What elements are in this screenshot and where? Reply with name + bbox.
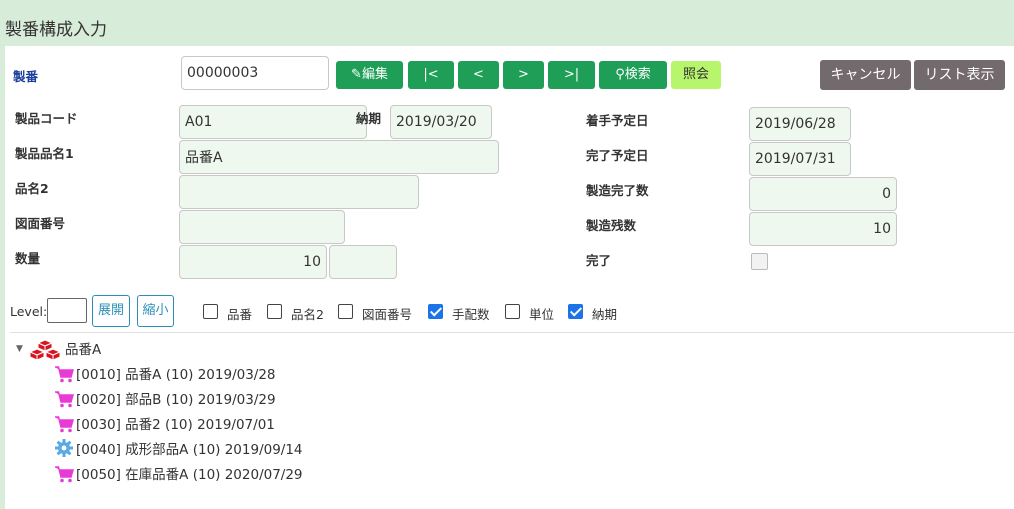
option-hinban-label: 品番: [227, 307, 253, 322]
option-due-label: 納期: [592, 307, 618, 322]
cart-icon: [55, 366, 74, 383]
main-panel: 製番 ✎編集 |< < > >| ⚲検索 照会 キャンセル リスト表示 製品コー…: [5, 46, 1014, 509]
level-input[interactable]: [47, 298, 87, 323]
expand-button[interactable]: 展開: [92, 295, 130, 327]
cart-icon: [55, 391, 74, 408]
edit-button[interactable]: ✎編集: [336, 61, 403, 89]
qty-input[interactable]: [179, 245, 327, 279]
done-checkbox[interactable]: [751, 253, 768, 270]
last-button[interactable]: >|: [548, 61, 595, 89]
made-qty-label: 製造完了数: [586, 183, 649, 198]
seiban-label: 製番: [13, 69, 39, 84]
option-name2-checkbox[interactable]: [267, 304, 282, 319]
product-code-label: 製品コード: [15, 111, 78, 126]
start-date-label: 着手予定日: [586, 113, 649, 128]
product-name1-label: 製品品名1: [15, 146, 74, 161]
due-input[interactable]: [390, 105, 492, 139]
next-button[interactable]: >: [503, 61, 544, 89]
option-drawing-label: 図面番号: [362, 307, 413, 322]
remaining-qty-label: 製造残数: [586, 218, 637, 233]
page-title: 製番構成入力: [5, 20, 107, 40]
drawing-label: 図面番号: [15, 216, 66, 231]
option-name2-label: 品名2: [291, 307, 324, 322]
gear-icon: [55, 439, 73, 457]
list-button[interactable]: リスト表示: [914, 60, 1005, 90]
made-qty-input[interactable]: [749, 177, 897, 211]
cart-icon: [55, 416, 74, 433]
title-bar: 製番構成入力: [0, 0, 1014, 46]
tree-item-label: [0050] 在庫品番A (10) 2020/07/29: [76, 467, 303, 483]
due-label: 納期: [356, 111, 382, 126]
option-due-checkbox[interactable]: [568, 304, 583, 319]
option-drawing-checkbox[interactable]: [338, 304, 353, 319]
inquiry-button[interactable]: 照会: [671, 61, 721, 89]
qty-unit-input[interactable]: [329, 245, 397, 279]
option-hinban-checkbox[interactable]: [203, 304, 218, 319]
collapse-button[interactable]: 縮小: [137, 295, 174, 327]
tree-item-label: [0040] 成形部品A (10) 2019/09/14: [76, 442, 303, 458]
start-date-input[interactable]: [749, 107, 851, 141]
option-order-qty-label: 手配数: [452, 307, 490, 322]
name2-input[interactable]: [179, 175, 419, 209]
tree-item-label: [0020] 部品B (10) 2019/03/29: [76, 392, 276, 408]
tree-toggle-icon[interactable]: ▼: [16, 344, 23, 354]
tree-item-label: [0010] 品番A (10) 2019/03/28: [76, 367, 276, 383]
level-label: Level:: [10, 304, 48, 319]
cancel-button[interactable]: キャンセル: [820, 60, 911, 90]
option-unit-checkbox[interactable]: [505, 304, 520, 319]
option-order-qty-checkbox[interactable]: [428, 304, 443, 319]
tree-item-label: [0030] 品番2 (10) 2019/07/01: [76, 417, 275, 433]
bom-tree: ▼ 品番A [0010] 品番A (10) 2019/03/28 [0020] …: [10, 332, 1014, 507]
seiban-input[interactable]: [181, 56, 329, 90]
cubes-icon: [30, 339, 60, 361]
search-icon: ⚲: [615, 67, 625, 82]
product-code-input[interactable]: [179, 105, 367, 139]
finish-date-input[interactable]: [749, 142, 851, 176]
tree-root-label[interactable]: 品番A: [65, 338, 101, 358]
qty-label: 数量: [15, 251, 41, 266]
search-button[interactable]: ⚲検索: [599, 61, 667, 89]
edit-icon: ✎: [351, 67, 362, 82]
name2-label: 品名2: [15, 181, 49, 196]
cart-icon: [55, 466, 74, 483]
prev-button[interactable]: <: [458, 61, 499, 89]
drawing-input[interactable]: [179, 210, 345, 244]
first-button[interactable]: |<: [408, 61, 454, 89]
remaining-qty-input[interactable]: [749, 212, 897, 246]
option-unit-label: 単位: [529, 307, 555, 322]
done-label: 完了: [586, 253, 612, 268]
finish-date-label: 完了予定日: [586, 148, 649, 163]
product-name1-input[interactable]: [179, 140, 499, 174]
